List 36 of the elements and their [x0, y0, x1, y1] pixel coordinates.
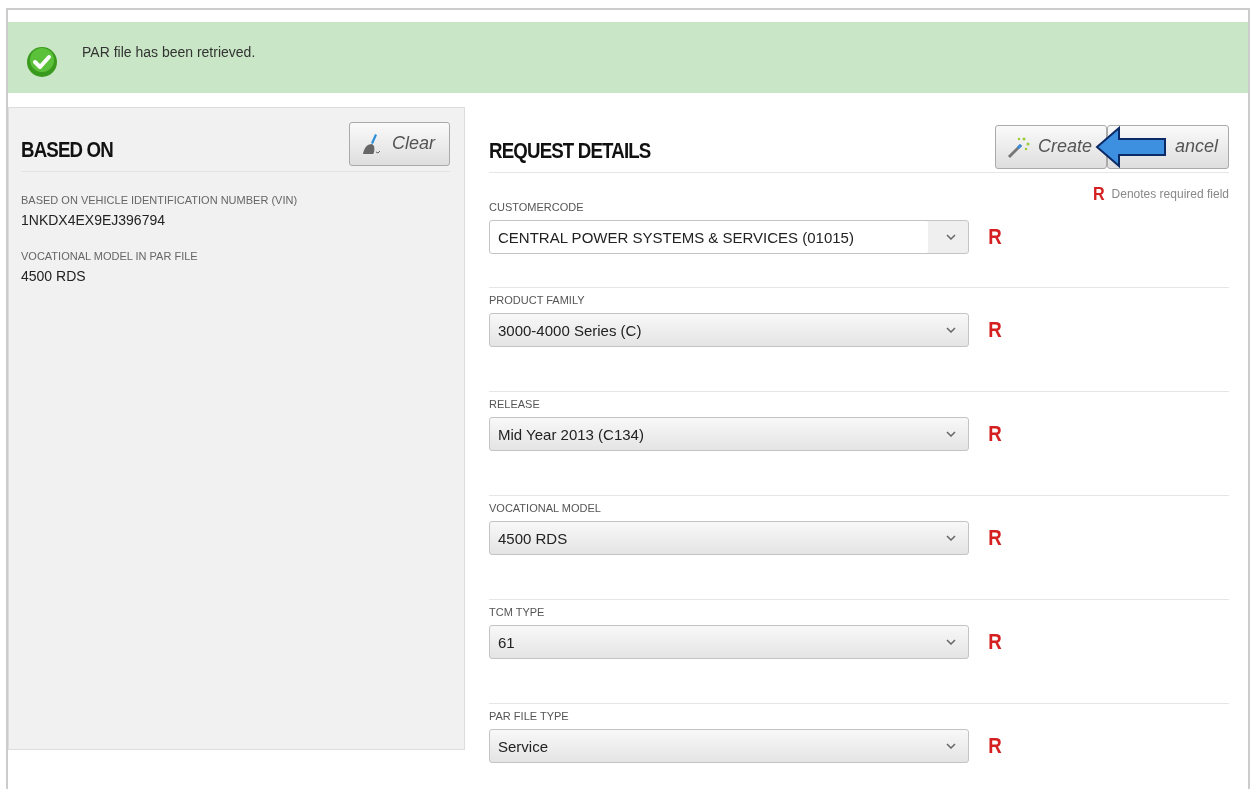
field-label: CUSTOMERCODE	[489, 201, 585, 213]
required-mark: R	[988, 629, 1002, 655]
chevron-down-icon	[946, 639, 956, 645]
required-mark: R	[988, 224, 1002, 250]
field-label: VOCATIONAL MODEL IN PAR FILE	[21, 250, 199, 262]
create-button[interactable]: Create	[994, 124, 1107, 169]
dropdown-field[interactable]: CENTRAL POWER SYSTEMS & SERVICES (01015)	[489, 220, 969, 254]
dropdown-field[interactable]: 61	[489, 625, 969, 659]
chevron-down-icon	[946, 535, 956, 541]
dropdown-field[interactable]: 3000-4000 Series (C)	[489, 313, 969, 347]
required-mark: R	[988, 525, 1002, 551]
required-mark: R	[988, 733, 1002, 759]
field-label: PAR FILE TYPE	[489, 710, 570, 722]
notice-message: PAR file has been retrieved.	[82, 43, 256, 60]
field-label: RELEASE	[489, 398, 541, 410]
required-mark: R	[988, 317, 1002, 343]
required-note: Denotes required field	[1111, 187, 1229, 201]
dropdown-field[interactable]: Mid Year 2013 (C134)	[489, 417, 969, 451]
field-value: 1NKDX4EX9EJ396794	[21, 212, 166, 228]
required-mark: R	[988, 421, 1002, 447]
field-value: 4500 RDS	[21, 268, 87, 284]
chevron-down-icon	[946, 234, 956, 240]
success-check-icon	[26, 45, 58, 78]
clear-button[interactable]: Clear	[349, 121, 450, 166]
chevron-down-icon	[946, 743, 956, 749]
field-label: VOCATIONAL MODEL	[489, 502, 602, 514]
field-label: TCM TYPE	[489, 606, 546, 618]
section-title: REQUEST DETAILS	[489, 137, 651, 164]
required-mark: R	[1092, 183, 1105, 205]
section-title: BASED ON	[21, 136, 113, 163]
chevron-down-icon	[946, 431, 956, 437]
field-label: BASED ON VEHICLE IDENTIFICATION NUMBER (VIN)	[21, 194, 299, 206]
chevron-down-icon	[946, 327, 956, 333]
dropdown-field[interactable]: Service	[489, 729, 969, 763]
field-label: PRODUCT FAMILY	[489, 294, 586, 306]
dropdown-field[interactable]: 4500 RDS	[489, 521, 969, 555]
